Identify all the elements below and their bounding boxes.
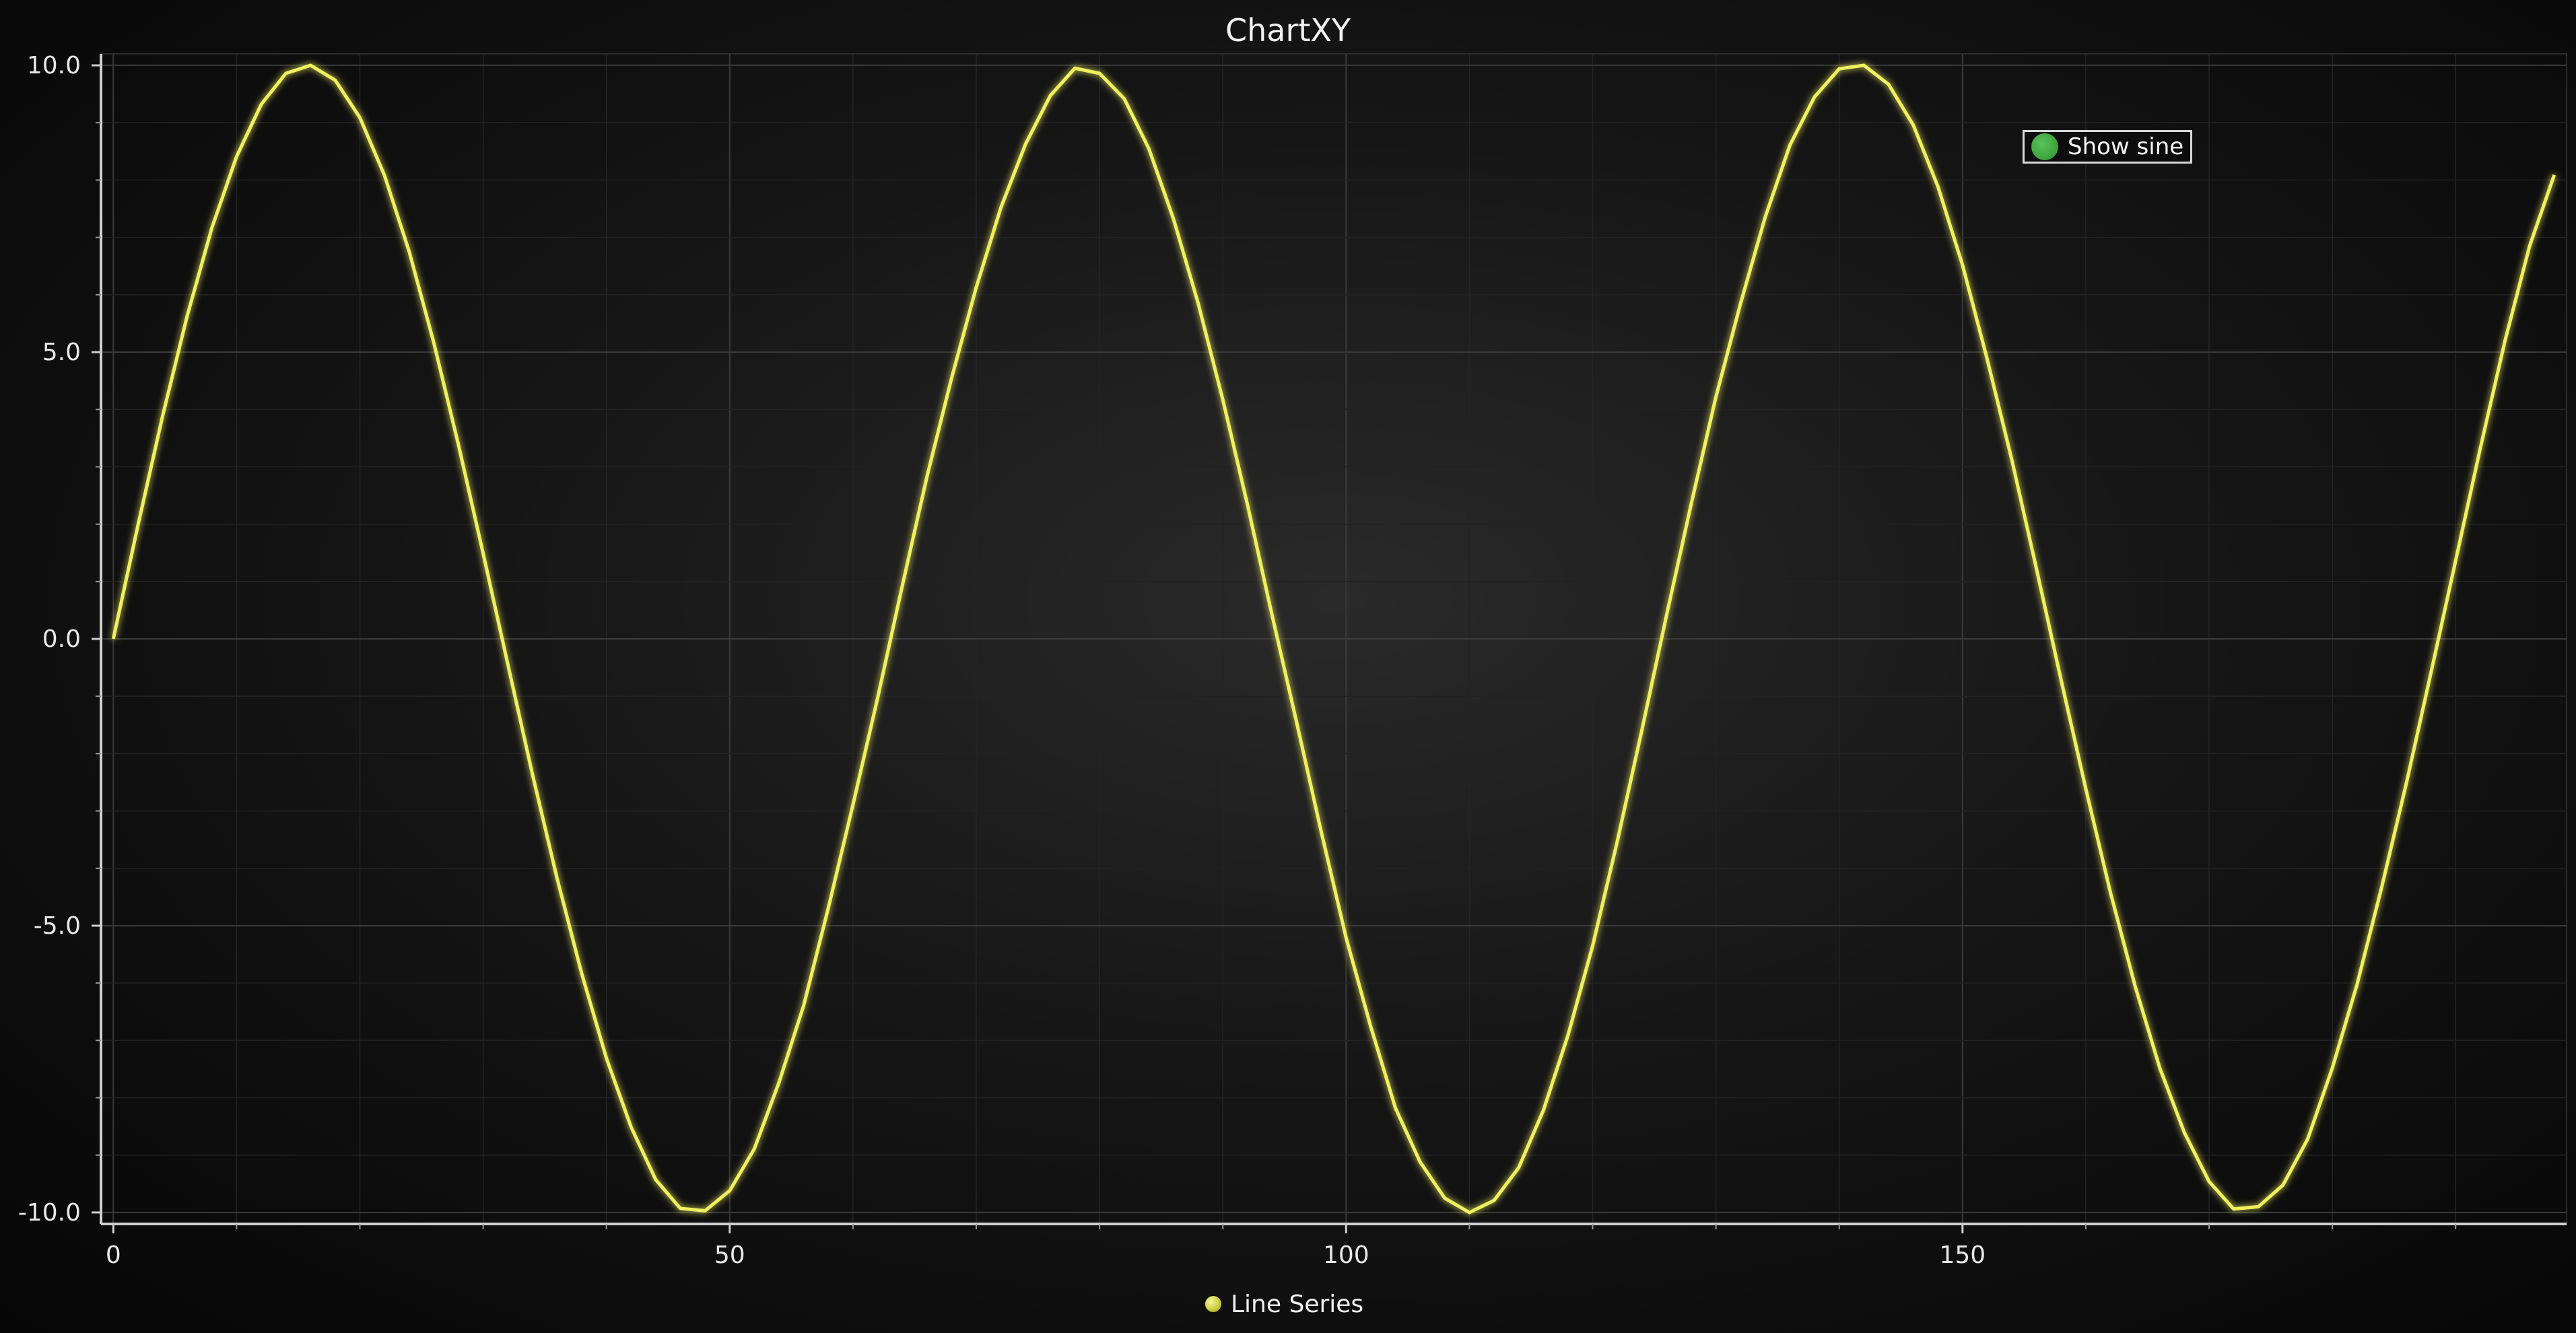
x-tick-label: 100: [1323, 1241, 1369, 1269]
x-tick-label: 0: [106, 1241, 121, 1269]
y-tick-label: 5.0: [42, 339, 81, 366]
axes: [92, 54, 2567, 1233]
tick-labels: 10.0 5.0 0.0 -5.0 -10.0 0 50 100 150: [18, 52, 1986, 1269]
checkbox-label: Show sine: [2068, 133, 2184, 160]
show-sine-checkbox[interactable]: Show sine: [2023, 130, 2193, 164]
y-tick-label: 10.0: [27, 52, 81, 79]
y-tick-label: -10.0: [18, 1199, 81, 1227]
legend-label: Line Series: [1231, 1290, 1364, 1318]
checkbox-checked-icon: [2031, 133, 2058, 160]
y-tick-label: 0.0: [42, 625, 81, 653]
grid-lines: [100, 53, 2567, 1225]
y-tick-label: -5.0: [34, 912, 81, 940]
legend-marker-icon: [1205, 1296, 1221, 1312]
chart-panel: ChartXY 10.0 5.0 0.0 -5.0 -10.0 0 50 100 150 Sho…: [0, 0, 2576, 1333]
chart-legend[interactable]: Line Series: [1205, 1289, 1363, 1320]
x-tick-label: 50: [714, 1241, 745, 1269]
x-tick-label: 150: [1939, 1241, 1986, 1269]
chart-canvas[interactable]: 10.0 5.0 0.0 -5.0 -10.0 0 50 100 150: [0, 0, 2576, 1333]
